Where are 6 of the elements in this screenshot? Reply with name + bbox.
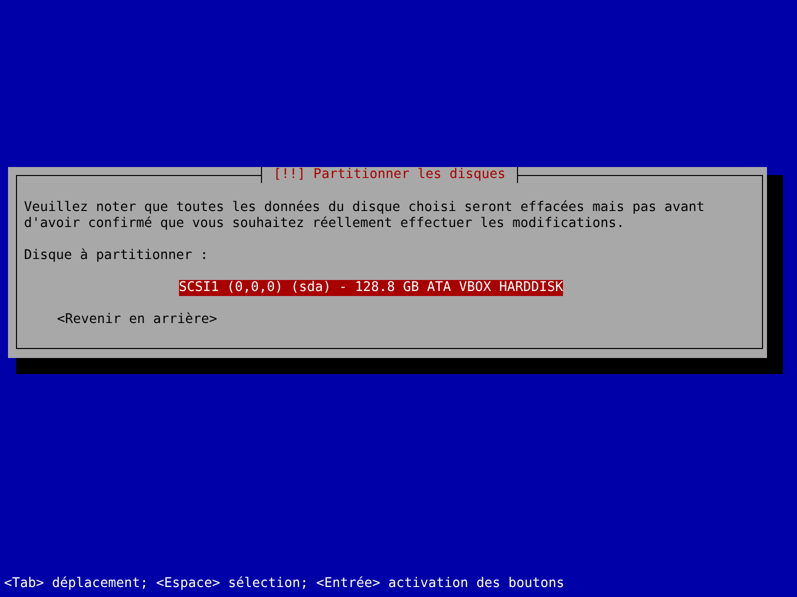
disk-option[interactable]: SCSI1 (0,0,0) (sda) - 128.8 GB ATA VBOX HARDDISK xyxy=(178,280,564,296)
warning-message: Veuillez noter que toutes les données du disque choisi seront effacées mais pas avant d'avoir confirmé que vous souhaitez réellement effectuer les modifications. xyxy=(24,200,706,232)
key-help-text: <Tab> déplacement; <Espace> sélection; <Entrée> activation des boutons xyxy=(3,576,566,592)
disk-prompt: Disque à partitionner : xyxy=(24,248,210,264)
dialog-title: [!!] Partitionner les disques xyxy=(273,167,506,183)
back-button[interactable]: <Revenir en arrière> xyxy=(57,312,218,328)
